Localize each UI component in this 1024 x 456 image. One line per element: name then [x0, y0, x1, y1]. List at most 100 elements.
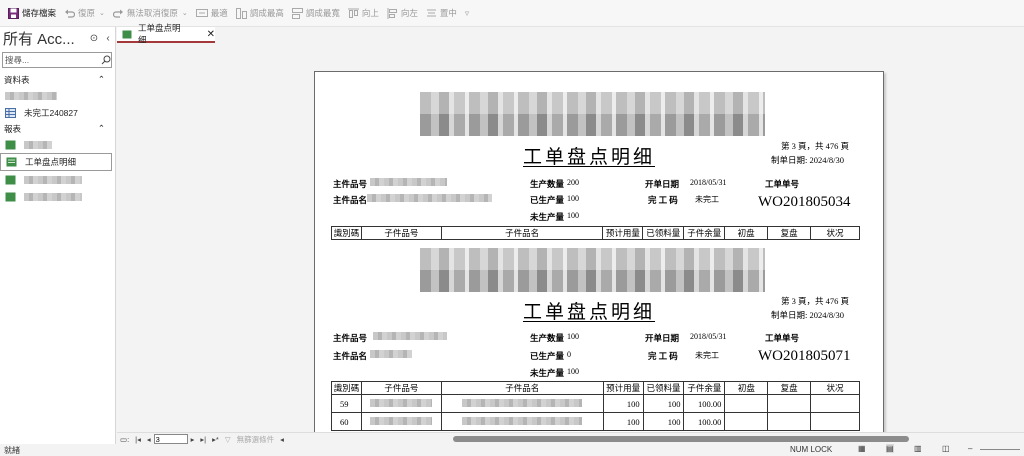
- col-status: 状况: [810, 381, 860, 395]
- nav-item-hidden-report[interactable]: [0, 171, 115, 188]
- label-order-no: 工单单号: [765, 179, 800, 189]
- num-lock-indicator: NUM LOCK: [790, 445, 833, 454]
- label-done-qty: 已生产量: [530, 195, 565, 205]
- zoom-slider[interactable]: [980, 449, 1020, 450]
- made-date: 制单日期: 2024/8/30: [771, 310, 844, 320]
- label-prod-qty: 生产数量: [530, 333, 565, 343]
- search-icon: [101, 55, 111, 65]
- label-open-date: 开单日期: [645, 179, 680, 189]
- label-prod-qty: 生产数量: [530, 179, 565, 189]
- col-recount: 复盘: [767, 226, 812, 240]
- row-recount: [767, 412, 812, 431]
- close-icon[interactable]: ✕: [207, 29, 215, 40]
- chevron-up-icon: ⌃: [97, 123, 105, 133]
- row-issued: 100: [642, 412, 685, 431]
- row-first-count: [724, 394, 769, 413]
- redacted-logo: [420, 92, 765, 136]
- redacted-text: [24, 192, 82, 201]
- search-placeholder: 搜尋...: [5, 55, 30, 65]
- search-input[interactable]: 搜尋...: [2, 52, 112, 68]
- label-code: 完 工 码: [648, 195, 678, 205]
- table-row: 59 100 100 100.00: [331, 394, 860, 413]
- align-left-icon: [387, 7, 397, 19]
- redo-icon: [112, 9, 123, 18]
- row-left: 100.00: [683, 394, 726, 413]
- size-to-fit-icon: [195, 9, 208, 17]
- row-id: 59: [331, 394, 362, 413]
- row-status: [810, 412, 860, 431]
- report-icon: [122, 30, 132, 38]
- col-child-name: 子件品名: [440, 226, 604, 240]
- save-button[interactable]: 儲存檔案: [4, 3, 60, 23]
- next-record-icon[interactable]: ▸: [191, 435, 195, 444]
- align-top-button[interactable]: 向上: [344, 3, 383, 23]
- undone-qty: 100: [567, 211, 579, 220]
- undo-button[interactable]: 復原 ⌄: [60, 3, 109, 23]
- col-status: 状况: [810, 226, 860, 240]
- filter-icon: ▽: [224, 434, 231, 444]
- report-preview-area[interactable]: 工单盘点明细 第 3 頁，共 476 頁 制单日期: 2024/8/30 主件品…: [117, 43, 1024, 432]
- chevron-down-icon: ⌄: [181, 10, 188, 17]
- size-to-widest-button[interactable]: 調成最寬: [288, 3, 344, 23]
- center-button[interactable]: 置中: [422, 3, 461, 23]
- size-to-tallest-icon: [235, 7, 247, 19]
- table-icon: [5, 107, 16, 118]
- row-issued: 100: [642, 394, 685, 413]
- group-tables[interactable]: 資料表 ⌃: [0, 72, 115, 87]
- redo-button[interactable]: 無法取消復原 ⌄: [109, 3, 192, 23]
- nav-header: 所有 Acc... ⊙ ‹: [0, 27, 115, 49]
- nav-item-hidden-report[interactable]: [0, 188, 115, 205]
- report-view-icon[interactable]: ▦: [858, 444, 866, 453]
- current-record-input[interactable]: [153, 434, 188, 444]
- label-open-date: 开单日期: [645, 333, 680, 343]
- group-reports[interactable]: 報表 ⌃: [0, 121, 115, 136]
- no-filter-button[interactable]: 無篩選條件: [237, 434, 275, 445]
- save-icon: [8, 7, 19, 19]
- new-record-icon[interactable]: ▸*: [212, 435, 219, 444]
- chevron-down-icon: ▿: [464, 7, 470, 18]
- redacted-text: [24, 175, 82, 184]
- detail-table-header: 識別碼 子件品号 子件品名 预计用量 已领料量 子件余量 初盘 复盘 状况: [331, 226, 860, 240]
- col-child-no: 子件品号: [360, 381, 442, 395]
- size-to-widest-icon: [291, 7, 303, 19]
- report-icon: [6, 157, 17, 167]
- redacted-text: [370, 398, 433, 407]
- align-left-button[interactable]: 向左: [383, 3, 422, 23]
- horizontal-scrollbar-thumb[interactable]: [453, 436, 909, 442]
- layout-view-icon[interactable]: ▥: [914, 444, 922, 453]
- row-plan: 100: [602, 412, 644, 431]
- report-page: 工单盘点明细 第 3 頁，共 476 頁 制单日期: 2024/8/30 主件品…: [314, 71, 884, 432]
- print-preview-icon[interactable]: ▤: [886, 444, 894, 453]
- prod-qty: 100: [567, 332, 579, 341]
- col-child-name: 子件品名: [440, 381, 604, 395]
- collapse-chevron-icon[interactable]: ‹: [101, 33, 115, 44]
- undone-qty: 100: [567, 367, 579, 376]
- redacted-text: [367, 194, 492, 202]
- zoom-out-icon[interactable]: –: [968, 444, 972, 453]
- col-issued: 已领料量: [642, 381, 685, 395]
- nav-menu-chevron-icon[interactable]: ⊙: [87, 33, 101, 44]
- redacted-text: [370, 178, 447, 186]
- chevron-down-icon: ⌄: [99, 10, 105, 17]
- col-recount: 复盘: [767, 381, 812, 395]
- nav-item-report[interactable]: 工单盘点明细: [0, 153, 112, 171]
- redacted-text: [370, 416, 433, 425]
- scroll-left-icon[interactable]: ◂: [280, 435, 284, 444]
- chevron-up-icon: ⌃: [97, 74, 105, 84]
- redacted-text: [462, 398, 583, 407]
- first-record-icon[interactable]: |◂: [135, 435, 141, 444]
- size-to-fit-button[interactable]: 最適: [192, 3, 232, 23]
- nav-item-hidden-table[interactable]: [0, 87, 115, 104]
- last-record-icon[interactable]: ▸|: [200, 435, 206, 444]
- design-view-icon[interactable]: ◫: [942, 444, 950, 453]
- label-undone-qty: 未生产量: [530, 212, 565, 222]
- customize-toolbar-button[interactable]: ▿: [461, 3, 473, 23]
- previous-record-icon[interactable]: ◂: [147, 435, 151, 444]
- label-main-name: 主件品名: [333, 351, 368, 361]
- report-icon: [5, 192, 16, 201]
- nav-item-table[interactable]: 未完工240827: [0, 104, 115, 121]
- size-to-tallest-button[interactable]: 調成最高: [232, 3, 288, 23]
- nav-title[interactable]: 所有 Acc...: [3, 28, 87, 49]
- tab-report[interactable]: 工单盘点明细 ✕: [117, 23, 215, 45]
- nav-item-hidden-report[interactable]: [0, 136, 115, 153]
